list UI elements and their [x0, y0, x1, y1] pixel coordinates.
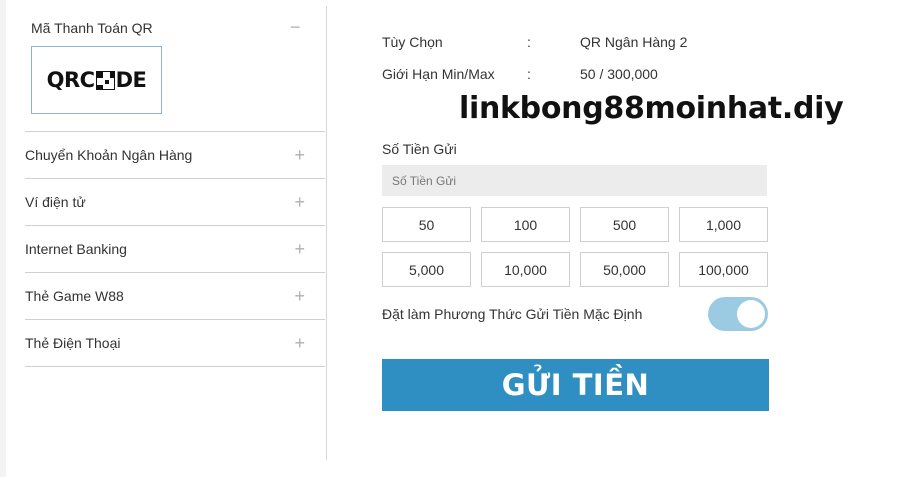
quick-amount-button[interactable]: 5,000: [382, 252, 471, 287]
sidebar-bottom-divider: [25, 366, 325, 367]
toggle-knob: [737, 300, 765, 328]
sidebar-item-game-card[interactable]: Thẻ Game W88 +: [25, 272, 325, 319]
plus-icon[interactable]: +: [294, 287, 305, 305]
quick-amount-button[interactable]: 500: [580, 207, 669, 242]
default-method-label: Đặt làm Phương Thức Gửi Tiền Mặc Định: [382, 306, 643, 322]
qr-logo-text-right: DE: [115, 68, 147, 92]
sidebar-item-label: Chuyển Khoản Ngân Hàng: [25, 147, 193, 163]
sidebar-divider: [326, 6, 327, 460]
sidebar-item-phone-card[interactable]: Thẻ Điện Thoại +: [25, 319, 325, 366]
plus-icon[interactable]: +: [294, 146, 305, 164]
amount-label: Số Tiền Gửi: [382, 141, 457, 157]
plus-icon[interactable]: +: [294, 193, 305, 211]
quick-amount-button[interactable]: 10,000: [481, 252, 570, 287]
plus-icon[interactable]: +: [294, 240, 305, 258]
watermark-text: linkbong88moinhat.diy: [459, 91, 844, 126]
option-value: QR Ngân Hàng 2: [580, 34, 688, 50]
quick-amount-button[interactable]: 100: [481, 207, 570, 242]
qr-code-option[interactable]: QRC DE: [31, 46, 162, 114]
option-colon: :: [527, 34, 531, 50]
quick-amount-button[interactable]: 1,000: [679, 207, 768, 242]
plus-icon[interactable]: +: [294, 334, 305, 352]
limit-value: 50 / 300,000: [580, 66, 658, 82]
quick-amount-button[interactable]: 50,000: [580, 252, 669, 287]
sidebar-item-label: Internet Banking: [25, 241, 127, 257]
sidebar-item-e-wallet[interactable]: Ví điện tử +: [25, 178, 325, 225]
sidebar-item-label: Thẻ Game W88: [25, 288, 124, 304]
sidebar-item-label: Thẻ Điện Thoại: [25, 335, 121, 351]
qr-code-icon: [95, 70, 115, 90]
sidebar-item-label: Ví điện tử: [25, 194, 86, 210]
qr-payment-title[interactable]: Mã Thanh Toán QR: [31, 20, 153, 36]
minus-icon[interactable]: −: [290, 17, 301, 38]
limit-label: Giới Hạn Min/Max: [382, 66, 495, 82]
submit-deposit-button[interactable]: GỬI TIỀN: [382, 359, 769, 411]
amount-input[interactable]: [382, 165, 767, 196]
qr-logo-text-left: QRC: [46, 68, 95, 92]
option-label: Tùy Chọn: [382, 34, 443, 50]
quick-amount-button[interactable]: 100,000: [679, 252, 768, 287]
quick-amount-button[interactable]: 50: [382, 207, 471, 242]
sidebar-item-internet-banking[interactable]: Internet Banking +: [25, 225, 325, 272]
sidebar-item-bank-transfer[interactable]: Chuyển Khoản Ngân Hàng +: [25, 131, 325, 178]
limit-colon: :: [527, 66, 531, 82]
default-method-toggle[interactable]: [708, 297, 768, 331]
